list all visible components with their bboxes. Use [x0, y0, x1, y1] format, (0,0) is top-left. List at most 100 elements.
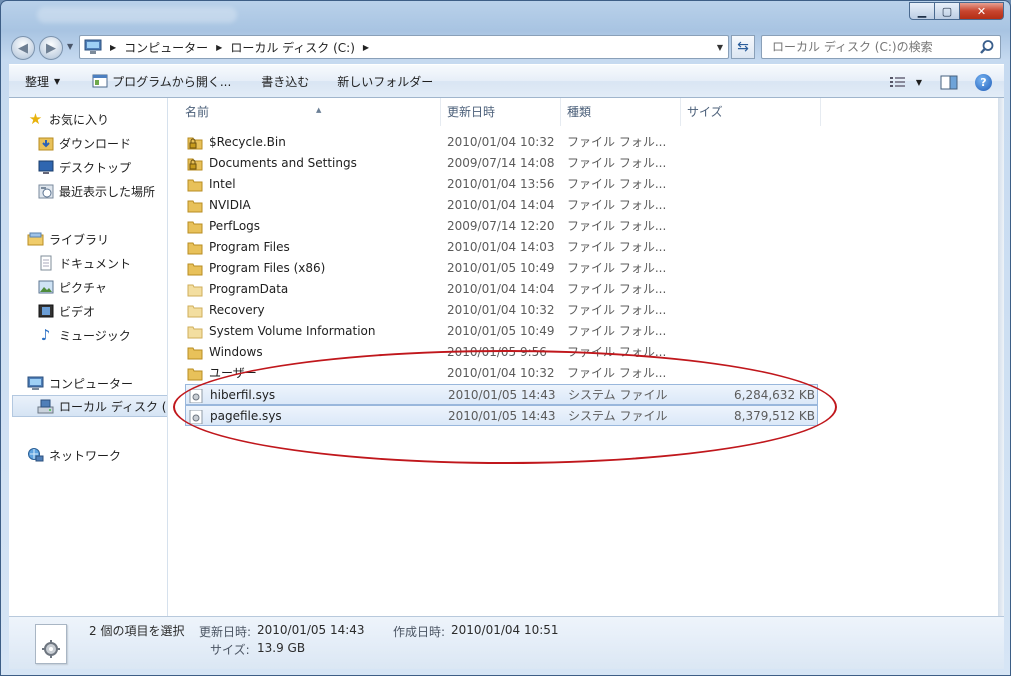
recent-pages-dropdown-icon[interactable]: ▼ — [67, 42, 73, 51]
sidebar-item-videos[interactable]: ビデオ — [37, 300, 95, 322]
organize-button[interactable]: 整理 ▼ — [9, 69, 69, 93]
column-header-label: サイズ — [687, 105, 723, 119]
system-file-icon — [188, 409, 204, 424]
maximize-button[interactable]: ▢ — [935, 2, 960, 20]
sidebar-item-desktop[interactable]: デスクトップ — [37, 156, 131, 178]
sidebar-item-label: ミュージック — [59, 328, 131, 343]
sidebar-item-libraries[interactable]: ライブラリ — [27, 228, 109, 250]
sidebar-item-downloads[interactable]: ダウンロード — [37, 132, 131, 154]
search-box[interactable] — [761, 35, 1001, 59]
file-type: ファイル フォル... — [567, 198, 667, 212]
burn-button[interactable]: 書き込む — [252, 69, 318, 93]
file-row[interactable]: $Recycle.Bin 2010/01/04 10:32 ファイル フォル... — [185, 132, 818, 153]
chevron-down-icon: ▼ — [54, 76, 61, 86]
file-row[interactable]: pagefile.sys 2010/01/05 14:43 システム ファイル 8,3… — [185, 405, 818, 426]
breadcrumb-separator-icon[interactable]: ▶ — [110, 43, 116, 52]
preview-pane-icon — [940, 75, 958, 89]
new-folder-button[interactable]: 新しいフォルダー — [328, 69, 442, 93]
file-row[interactable]: ProgramData 2010/01/04 14:04 ファイル フォル... — [185, 279, 818, 300]
file-date: 2010/01/05 10:49 — [447, 324, 555, 338]
folder-icon — [187, 199, 203, 213]
sidebar-item-favorites[interactable]: ★ お気に入り — [27, 108, 109, 130]
close-button[interactable]: ✕ — [960, 2, 1004, 20]
sidebar-item-label: ネットワーク — [49, 448, 122, 463]
preview-pane-button[interactable] — [931, 70, 967, 94]
sidebar-item-label: 最近表示した場所 — [59, 184, 156, 199]
created-value: 2010/01/04 10:51 — [451, 623, 559, 637]
file-type: ファイル フォル... — [567, 366, 667, 380]
file-type: ファイル フォル... — [567, 240, 667, 254]
file-row[interactable]: Program Files 2010/01/04 14:03 ファイル フォル... — [185, 237, 818, 258]
file-row[interactable]: Windows 2010/01/05 9:56 ファイル フォル... — [185, 342, 818, 363]
sidebar-item-documents[interactable]: ドキュメント — [37, 252, 131, 274]
sidebar-item-recent[interactable]: 最近表示した場所 — [37, 180, 155, 202]
sidebar-item-label: お気に入り — [49, 112, 110, 127]
file-size — [689, 216, 814, 237]
file-row[interactable]: PerfLogs 2009/07/14 12:20 ファイル フォル... — [185, 216, 818, 237]
address-dropdown-icon[interactable]: ▼ — [717, 43, 723, 52]
file-name-cell: Program Files — [187, 237, 437, 258]
locked-folder-icon — [187, 157, 203, 171]
size-value: 13.9 GB — [257, 641, 306, 655]
file-name: $Recycle.Bin — [209, 135, 286, 149]
file-row[interactable]: Intel 2010/01/04 13:56 ファイル フォル... — [185, 174, 818, 195]
sidebar-item-label: ダウンロード — [59, 136, 132, 151]
breadcrumb-separator-icon[interactable]: ▶ — [363, 43, 369, 52]
file-type: システム ファイル — [568, 388, 668, 402]
sidebar-item-computer[interactable]: コンピューター — [27, 372, 133, 394]
breadcrumb-separator-icon[interactable]: ▶ — [216, 43, 222, 52]
file-name-cell: ProgramData — [187, 279, 437, 300]
file-row[interactable]: Recovery 2010/01/04 10:32 ファイル フォル... — [185, 300, 818, 321]
folder-icon — [187, 262, 203, 276]
system-file-thumbnail — [35, 624, 67, 664]
file-name: Program Files — [209, 240, 290, 254]
file-row[interactable]: System Volume Information 2010/01/05 10:4… — [185, 321, 818, 342]
file-name-cell: NVIDIA — [187, 195, 437, 216]
vertical-scrollbar[interactable] — [998, 98, 1004, 616]
file-size — [689, 342, 814, 363]
toolbar-right-group: ▼ ? — [881, 65, 1004, 99]
sidebar-item-pictures[interactable]: ピクチャ — [37, 276, 107, 298]
file-date: 2010/01/04 13:56 — [447, 177, 555, 191]
forward-button[interactable]: ▶ — [39, 36, 63, 60]
help-icon[interactable]: ? — [975, 73, 992, 91]
file-name-cell: Intel — [187, 174, 437, 195]
file-row[interactable]: Program Files (x86) 2010/01/05 10:49 ファイル … — [185, 258, 818, 279]
column-header-size[interactable]: サイズ — [681, 98, 821, 126]
file-type: ファイル フォル... — [567, 324, 667, 338]
file-date: 2009/07/14 14:08 — [447, 156, 555, 170]
search-icon[interactable] — [979, 39, 995, 55]
sidebar-item-label: ドキュメント — [59, 256, 132, 271]
file-type: ファイル フォル... — [567, 282, 667, 296]
window-controls: ▁ ▢ ✕ — [909, 2, 1004, 20]
computer-icon — [84, 39, 102, 54]
file-row[interactable]: Documents and Settings 2009/07/14 14:08 ファ… — [185, 153, 818, 174]
sidebar-item-network[interactable]: ネットワーク — [27, 444, 121, 466]
sidebar-item-music[interactable]: ♪ ミュージック — [37, 324, 131, 346]
file-row[interactable]: hiberfil.sys 2010/01/05 14:43 システム ファイル 6,2… — [185, 384, 818, 405]
column-header-date[interactable]: 更新日時 — [441, 98, 561, 126]
address-bar[interactable]: ▶ コンピューター ▶ ローカル ディスク (C:) ▶ ▼ — [79, 35, 729, 59]
refresh-icon: ⇆ — [737, 39, 749, 55]
open-with-button[interactable]: プログラムから開く... — [83, 69, 240, 93]
column-header-type[interactable]: 種類 — [561, 98, 681, 126]
modified-label: 更新日時: — [199, 625, 252, 639]
breadcrumb-local-disk[interactable]: ローカル ディスク (C:) — [230, 39, 355, 56]
column-header-name[interactable]: 名前 ▲ — [179, 98, 441, 126]
recent-places-icon — [37, 183, 54, 199]
file-date: 2010/01/05 9:56 — [447, 345, 547, 359]
file-size: 8,379,512 KB — [734, 409, 815, 423]
minimize-button[interactable]: ▁ — [909, 2, 935, 20]
sort-ascending-icon: ▲ — [316, 106, 322, 114]
refresh-button[interactable]: ⇆ — [731, 35, 755, 59]
search-input[interactable] — [770, 39, 970, 55]
file-date: 2009/07/14 12:20 — [447, 219, 555, 233]
explorer-window: ▁ ▢ ✕ ◀ ▶ ▼ ▶ コンピューター ▶ ローカル ディスク (C:) ▶… — [0, 0, 1011, 676]
video-icon — [37, 303, 54, 319]
breadcrumb-computer[interactable]: コンピューター — [124, 39, 208, 56]
file-row[interactable]: NVIDIA 2010/01/04 14:04 ファイル フォル... — [185, 195, 818, 216]
sidebar-item-local-disk[interactable]: ローカル ディスク (C:) — [12, 395, 167, 417]
file-row[interactable]: ユーザー 2010/01/04 10:32 ファイル フォル... — [185, 363, 818, 384]
back-button[interactable]: ◀ — [11, 36, 35, 60]
view-options-button[interactable]: ▼ — [881, 70, 931, 94]
